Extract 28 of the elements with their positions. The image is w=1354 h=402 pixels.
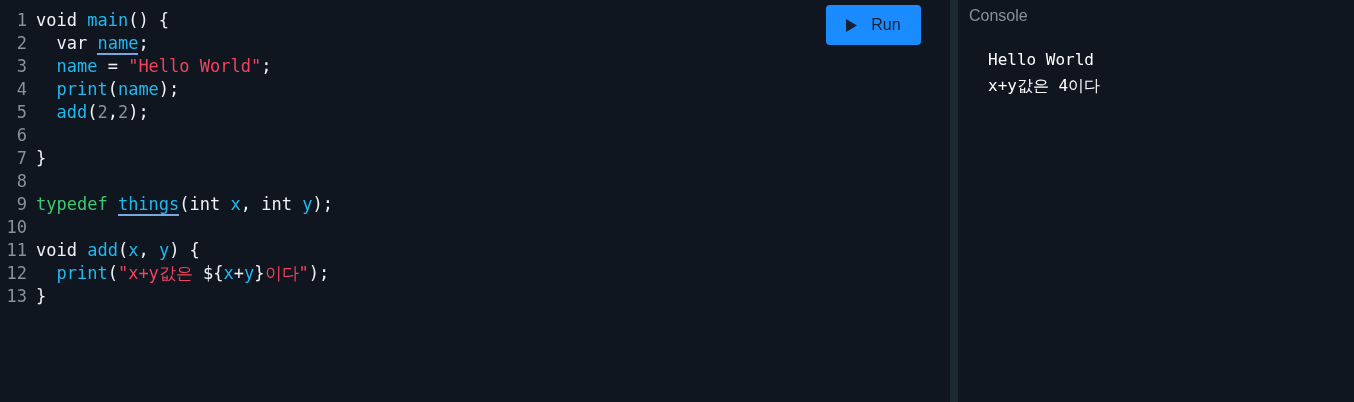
line-number: 5	[15, 101, 28, 124]
line-number: 4	[15, 78, 28, 101]
code-line: typedef things(int x, int y);	[36, 193, 333, 216]
line-number: 9	[15, 193, 28, 216]
code-line: add(2,2);	[55, 101, 149, 124]
line-number: 2	[15, 32, 28, 55]
code-line: print(name);	[55, 78, 180, 101]
console-title: Console	[969, 6, 1029, 26]
code-line: }	[36, 147, 47, 170]
code-line: void main() {	[36, 9, 170, 32]
console-output-line: Hello World	[988, 49, 1095, 71]
play-icon	[846, 18, 858, 32]
code-line: }	[36, 285, 47, 308]
run-button[interactable]: Run	[826, 5, 921, 45]
line-number: 6	[15, 124, 28, 147]
line-number: 12	[5, 262, 28, 285]
line-number: 8	[15, 170, 28, 193]
console-output-line: x+y값은 4이다	[988, 75, 1102, 97]
line-number: 3	[15, 55, 28, 78]
line-number: 10	[5, 216, 28, 239]
line-number: 1	[15, 9, 28, 32]
line-number: 11	[5, 239, 28, 262]
code-line: print("x+y값은 ${x+y}이다");	[55, 262, 330, 285]
line-number: 13	[5, 285, 28, 308]
code-line: name = "Hello World";	[55, 55, 272, 78]
code-line: void add(x, y) {	[36, 239, 200, 262]
line-number: 7	[15, 147, 28, 170]
code-line: var name;	[55, 32, 149, 55]
